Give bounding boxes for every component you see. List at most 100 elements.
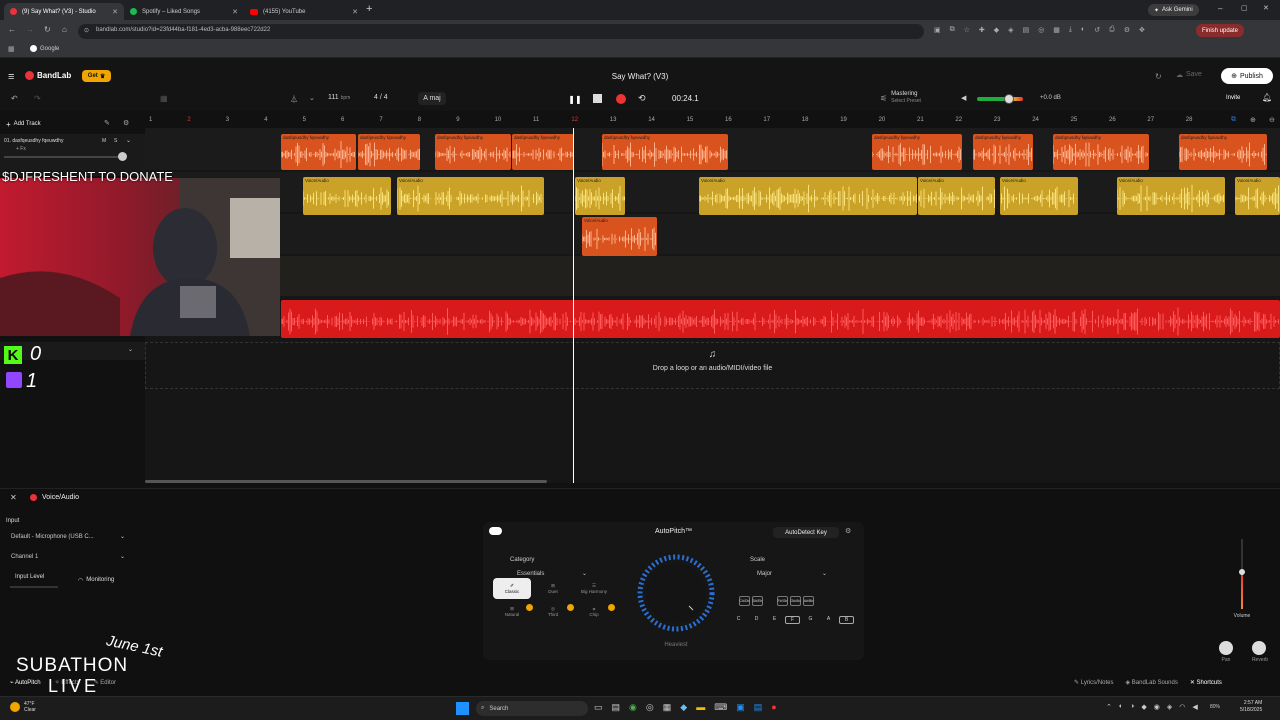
track-menu-icon[interactable]: ⌄ [126, 137, 131, 144]
audio-clip[interactable]: Voice/Audio [303, 177, 391, 215]
pan-knob[interactable] [1219, 641, 1233, 655]
volume-icon[interactable]: ◀ [1192, 703, 1197, 711]
effect-big-harmony[interactable]: ☰ Big Harmony [575, 578, 613, 599]
install-app-icon[interactable]: ▣ [934, 26, 941, 34]
key-b[interactable]: B [839, 616, 854, 624]
folder-icon[interactable]: ▬ [696, 702, 705, 713]
extension-icon[interactable]: ⚙ [1124, 26, 1130, 34]
key-e[interactable]: E [767, 616, 782, 624]
url-input[interactable]: ⊙ bandlab.com/studio?id=23fd44ba-f181-4e… [78, 24, 924, 39]
audio-clip[interactable]: dasfqeusdhy fqeuwdhy [872, 134, 962, 170]
playhead-line[interactable] [573, 128, 574, 483]
extension-icon[interactable]: ▦ [1053, 26, 1060, 34]
app-icon[interactable]: ▤ [754, 702, 763, 713]
effect-duet[interactable]: ⊞ Duet [534, 578, 572, 599]
file-explorer-icon[interactable]: ▤ [612, 702, 621, 713]
extension-icon[interactable]: ◎ [1038, 26, 1044, 34]
home-icon[interactable]: ⌂ [62, 25, 67, 34]
horizontal-scrollbar[interactable] [145, 480, 547, 483]
finish-update-button[interactable]: Finish update [1196, 24, 1245, 37]
project-title[interactable]: Say What? (V3) [540, 72, 740, 81]
zoom-out-icon[interactable]: ⊖ [1269, 116, 1275, 124]
tray-chevron-icon[interactable]: ⌃ [1106, 703, 1112, 711]
start-windows-icon[interactable] [456, 702, 469, 715]
edit-icon[interactable]: ✎ [104, 119, 110, 127]
close-panel-icon[interactable]: ✕ [10, 493, 17, 502]
audio-clip[interactable]: Voice/Audio [1000, 177, 1078, 215]
tray-app-icon[interactable]: ◆ [1141, 703, 1146, 711]
bookmark-star-icon[interactable]: ☆ [964, 26, 970, 34]
audio-clip[interactable]: dasfqeusdhy fqeuwdhy [1053, 134, 1149, 170]
ask-gemini-button[interactable]: ✦ Ask Gemini [1148, 4, 1199, 16]
invite-button[interactable]: Invite [1226, 95, 1240, 101]
extension-icon[interactable]: ◐ [1081, 26, 1085, 34]
audio-clip[interactable]: dasfqeusdhy fqeuwdhy [435, 134, 511, 170]
terminal-icon[interactable]: ⌨ [714, 702, 727, 713]
audio-clip[interactable]: Voice/Audio [918, 177, 995, 215]
bandlab-app-icon[interactable]: ● [771, 702, 776, 713]
audio-clip[interactable]: Voice/Audio [1117, 177, 1225, 215]
audio-clip[interactable]: Voice/Audio [699, 177, 917, 215]
strength-knob[interactable] [631, 548, 721, 638]
undo-icon[interactable]: ↶ [11, 94, 18, 103]
extension-icon[interactable]: ✚ [979, 26, 985, 34]
snap-icon[interactable]: ⧉ [1231, 116, 1236, 124]
tempo-field[interactable]: 111 bpm [328, 94, 350, 101]
time-signature[interactable]: 4 / 4 [374, 94, 388, 101]
wifi-icon[interactable]: ◠ [1179, 703, 1185, 711]
effect-third[interactable]: ◎ Third [534, 601, 572, 622]
extensions-puzzle-icon[interactable]: ✥ [1139, 26, 1145, 34]
effect-chip[interactable]: ⌗ Chip [575, 601, 613, 622]
redo-icon[interactable]: ↷ [34, 94, 41, 103]
browser-tab-studio[interactable]: (9) Say What? (V3) - Studio ✕ [4, 3, 124, 20]
audio-clip[interactable]: Voice/Audio [397, 177, 544, 215]
track-menu-icon[interactable]: ⌄ [128, 346, 133, 353]
audio-clip[interactable]: dasfqeusdhy fqeuwdhy [281, 134, 356, 170]
key-f[interactable]: F [785, 616, 800, 624]
site-info-icon[interactable]: ⊙ [84, 27, 89, 34]
track-fx[interactable]: + Fx [16, 146, 26, 152]
task-view-icon[interactable]: ▭ [594, 702, 603, 713]
track-volume-slider[interactable] [4, 156, 124, 158]
audio-clip[interactable]: dasfqeusdhy fqeuwdhy [602, 134, 728, 170]
zoom-in-icon[interactable]: ⊕ [1250, 116, 1256, 124]
key-g[interactable]: G [803, 616, 818, 624]
print-icon[interactable]: ⎙ [1109, 26, 1115, 34]
master-volume-slider[interactable] [977, 94, 1023, 104]
audio-clip[interactable] [281, 300, 1280, 338]
key-d-sharp[interactable]: D#/Eb [752, 596, 763, 606]
download-icon[interactable]: ⤓ [1069, 26, 1072, 34]
apps-grid-icon[interactable]: ▦ [8, 45, 15, 53]
window-close-icon[interactable]: ✕ [1263, 4, 1269, 12]
scale-select[interactable]: Major ⌄ [752, 568, 832, 579]
lyrics-notes-button[interactable]: ✎ Lyrics/Notes [1074, 679, 1114, 686]
solo-button[interactable]: S [114, 138, 117, 144]
tray-app-icon[interactable]: ◐ [1119, 703, 1123, 711]
audio-clip[interactable]: Voice/Audio [582, 217, 657, 256]
volume-fader[interactable] [1230, 539, 1254, 609]
arrangement-area[interactable]: ♫ Drop a loop or an audio/MIDI/video fil… [145, 128, 1280, 483]
tray-app-icon[interactable]: ◉ [1154, 703, 1160, 711]
bookmark-google[interactable]: Google [30, 45, 59, 52]
key-a[interactable]: A [821, 616, 836, 624]
bandlab-sounds-button[interactable]: ◈ BandLab Sounds [1126, 679, 1178, 686]
key-g-sharp[interactable]: G#/Ab [790, 596, 801, 606]
notification-bell-icon[interactable]: 🔔︎ [1262, 93, 1272, 102]
taskbar-search[interactable]: ⌕ Search [476, 701, 588, 716]
key-c[interactable]: C [731, 616, 746, 624]
autodetect-key-button[interactable]: AutoDetect Key [773, 527, 839, 538]
grid-icon[interactable]: ▦ [160, 94, 168, 103]
audio-clip[interactable]: dasfqeusdhy fqeuwdhy [512, 134, 574, 170]
timeline-ruler[interactable]: 1 2 3 4 5 6 7 8 9 10 11 12 13 14 15 16 17 18 19 20 21 22 23 24 2… [145, 114, 1280, 128]
steam-icon[interactable]: ◆ [680, 702, 687, 713]
audio-clip[interactable]: dasfqeusdhy fqeuwdhy [358, 134, 420, 170]
extension-icon[interactable]: ◆ [994, 26, 999, 34]
effect-classic[interactable]: ✐ Classic [493, 578, 531, 599]
metronome-icon[interactable]: ⏃ [290, 94, 298, 105]
loop-icon[interactable]: ⟲ [638, 93, 646, 104]
monitoring-button[interactable]: ◠ Monitoring [78, 577, 114, 584]
reverb-knob[interactable] [1252, 641, 1266, 655]
key-d[interactable]: D [749, 616, 764, 624]
forward-icon[interactable]: → [26, 25, 34, 34]
record-button[interactable] [616, 94, 626, 104]
